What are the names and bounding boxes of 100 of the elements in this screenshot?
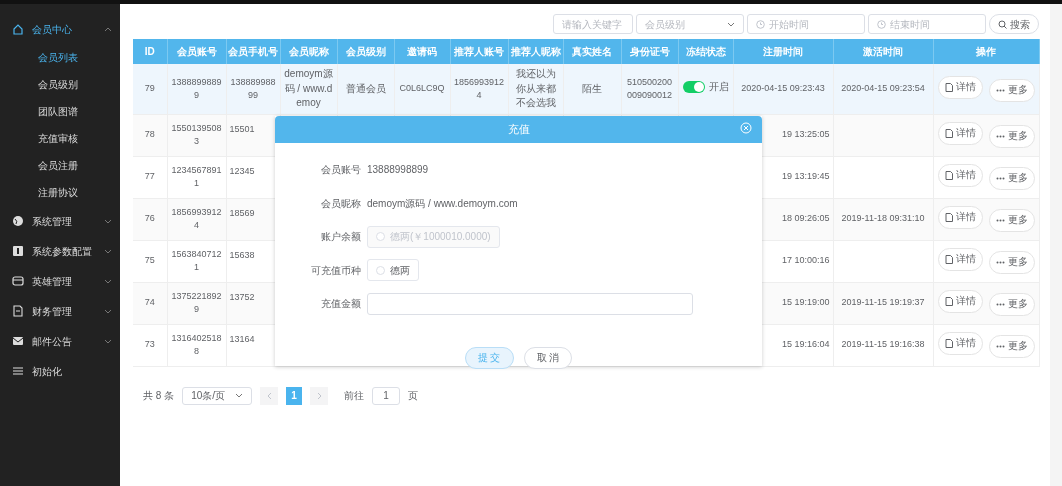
column-header: 会员手机号 bbox=[226, 39, 280, 64]
sidebar-subitem[interactable]: 会员注册 bbox=[0, 152, 120, 179]
details-button[interactable]: 详情 bbox=[937, 248, 983, 271]
details-button[interactable]: 详情 bbox=[937, 164, 983, 187]
column-header: 推荐人账号 bbox=[450, 39, 508, 64]
field-value: demoym源码 / www.demoym.com bbox=[367, 196, 518, 211]
dots-icon bbox=[995, 345, 1005, 348]
table-cell: 15501395083 bbox=[171, 122, 222, 146]
table-cell: 2019-11-15 19:19:37 bbox=[841, 297, 925, 308]
field-label: 可充值币种 bbox=[310, 263, 361, 278]
clock-icon bbox=[877, 19, 886, 29]
table-cell: 2020-04-15 09:23:43 bbox=[741, 83, 825, 94]
table-cell: 15638407121 bbox=[171, 248, 222, 272]
dots-icon bbox=[995, 135, 1005, 138]
more-button[interactable]: 更多 bbox=[988, 125, 1035, 148]
table-cell: 13888998899 bbox=[171, 76, 222, 100]
more-button[interactable]: 更多 bbox=[988, 293, 1035, 316]
page-size-select[interactable]: 10条/页 bbox=[182, 386, 253, 405]
details-button[interactable]: 详情 bbox=[937, 206, 983, 229]
document-icon bbox=[944, 129, 953, 138]
more-button[interactable]: 更多 bbox=[988, 79, 1035, 102]
sidebar-subitem[interactable]: 会员级别 bbox=[0, 71, 120, 98]
field-value: 13888998899 bbox=[367, 163, 429, 178]
page-input[interactable]: 1 bbox=[372, 386, 401, 405]
field-label: 账户余额 bbox=[320, 230, 361, 245]
table-cell: 15501 bbox=[229, 123, 255, 134]
sidebar-item[interactable]: 会员中心 bbox=[0, 14, 120, 44]
close-button[interactable] bbox=[740, 122, 752, 134]
next-page-button[interactable] bbox=[310, 386, 329, 405]
table-cell: 15 19:16:04 bbox=[781, 339, 830, 350]
document-icon bbox=[944, 297, 953, 306]
table-cell: 13164 bbox=[229, 333, 255, 344]
table-cell: 78 bbox=[144, 129, 155, 140]
details-button[interactable]: 详情 bbox=[937, 332, 983, 355]
sidebar-subitem[interactable]: 充值审核 bbox=[0, 125, 120, 152]
search-button[interactable]: 搜索 bbox=[989, 14, 1039, 34]
document-icon bbox=[944, 213, 953, 222]
details-button[interactable]: 详情 bbox=[937, 122, 983, 145]
dots-icon bbox=[995, 177, 1005, 180]
sidebar-item[interactable]: 系统参数配置 bbox=[0, 236, 120, 266]
amount-input[interactable] bbox=[367, 292, 693, 315]
table-cell: 17 10:00:16 bbox=[781, 255, 830, 266]
table-cell: 12345678911 bbox=[171, 164, 222, 188]
sidebar-subitem[interactable]: 注册协议 bbox=[0, 179, 120, 206]
table-cell: 75 bbox=[144, 255, 155, 266]
dots-icon bbox=[995, 261, 1005, 264]
table-cell: 18 09:26:05 bbox=[781, 213, 830, 224]
toggle-switch[interactable] bbox=[682, 81, 705, 94]
column-header: ID bbox=[133, 39, 167, 64]
document-icon bbox=[12, 305, 24, 317]
dots-icon bbox=[995, 303, 1005, 306]
sidebar-item[interactable]: 系统管理 bbox=[0, 206, 120, 236]
column-header: 激活时间 bbox=[833, 39, 933, 64]
sidebar-item[interactable]: 英雄管理 bbox=[0, 266, 120, 296]
table-cell: 76 bbox=[144, 213, 155, 224]
cancel-button[interactable]: 取 消 bbox=[523, 346, 573, 369]
sidebar-subitem[interactable]: 会员列表 bbox=[0, 44, 120, 71]
column-header: 真实姓名 bbox=[563, 39, 621, 64]
more-button[interactable]: 更多 bbox=[988, 251, 1035, 274]
more-button[interactable]: 更多 bbox=[988, 167, 1035, 190]
table-cell: 15638 bbox=[229, 249, 255, 260]
clock-icon bbox=[756, 19, 765, 29]
radio-option[interactable]: 德两 bbox=[367, 259, 419, 282]
table-cell: 13752218929 bbox=[171, 290, 222, 314]
info-icon bbox=[12, 245, 24, 257]
envelope-icon bbox=[12, 335, 24, 347]
details-button[interactable]: 详情 bbox=[937, 76, 983, 99]
chevron-right-icon bbox=[316, 391, 322, 400]
more-button[interactable]: 更多 bbox=[988, 209, 1035, 232]
table-cell: C0L6LC9Q bbox=[399, 83, 445, 94]
document-icon bbox=[944, 82, 953, 92]
card-icon bbox=[12, 275, 24, 287]
column-header: 会员账号 bbox=[167, 39, 226, 64]
prev-page-button[interactable] bbox=[260, 386, 279, 405]
table-cell: 12345 bbox=[229, 165, 255, 176]
sidebar-subitem[interactable]: 团队图谱 bbox=[0, 98, 120, 125]
sidebar-item[interactable]: 邮件公告 bbox=[0, 326, 120, 356]
table-cell: 我还以为你从来都不会选我 bbox=[515, 68, 556, 108]
sidebar-item[interactable]: 财务管理 bbox=[0, 296, 120, 326]
goto-label: 前往 bbox=[344, 389, 365, 403]
column-header: 冻结状态 bbox=[678, 39, 733, 64]
table-cell: 79 bbox=[144, 83, 155, 94]
table-cell: 2020-04-15 09:23:54 bbox=[841, 83, 925, 94]
details-button[interactable]: 详情 bbox=[937, 290, 983, 313]
column-header: 推荐人昵称 bbox=[508, 39, 563, 64]
column-header: 操作 bbox=[933, 39, 1039, 64]
toggle-label: 开启 bbox=[708, 79, 729, 94]
table-cell: 77 bbox=[144, 171, 155, 182]
table-cell: 13752 bbox=[229, 291, 255, 302]
more-button[interactable]: 更多 bbox=[988, 335, 1035, 358]
sidebar-item[interactable]: 初始化 bbox=[0, 356, 120, 386]
chevron-down-icon bbox=[235, 393, 244, 398]
page-suffix: 页 bbox=[408, 389, 419, 403]
table-cell: 陌生 bbox=[582, 82, 602, 94]
table-cell: 19 13:19:45 bbox=[781, 171, 830, 182]
column-header: 注册时间 bbox=[733, 39, 833, 64]
table-cell: 13888998899 bbox=[230, 76, 276, 100]
table-cell: 2019-11-18 09:31:10 bbox=[841, 213, 925, 224]
chevron-down-icon bbox=[727, 21, 735, 27]
dots-icon bbox=[995, 219, 1005, 222]
